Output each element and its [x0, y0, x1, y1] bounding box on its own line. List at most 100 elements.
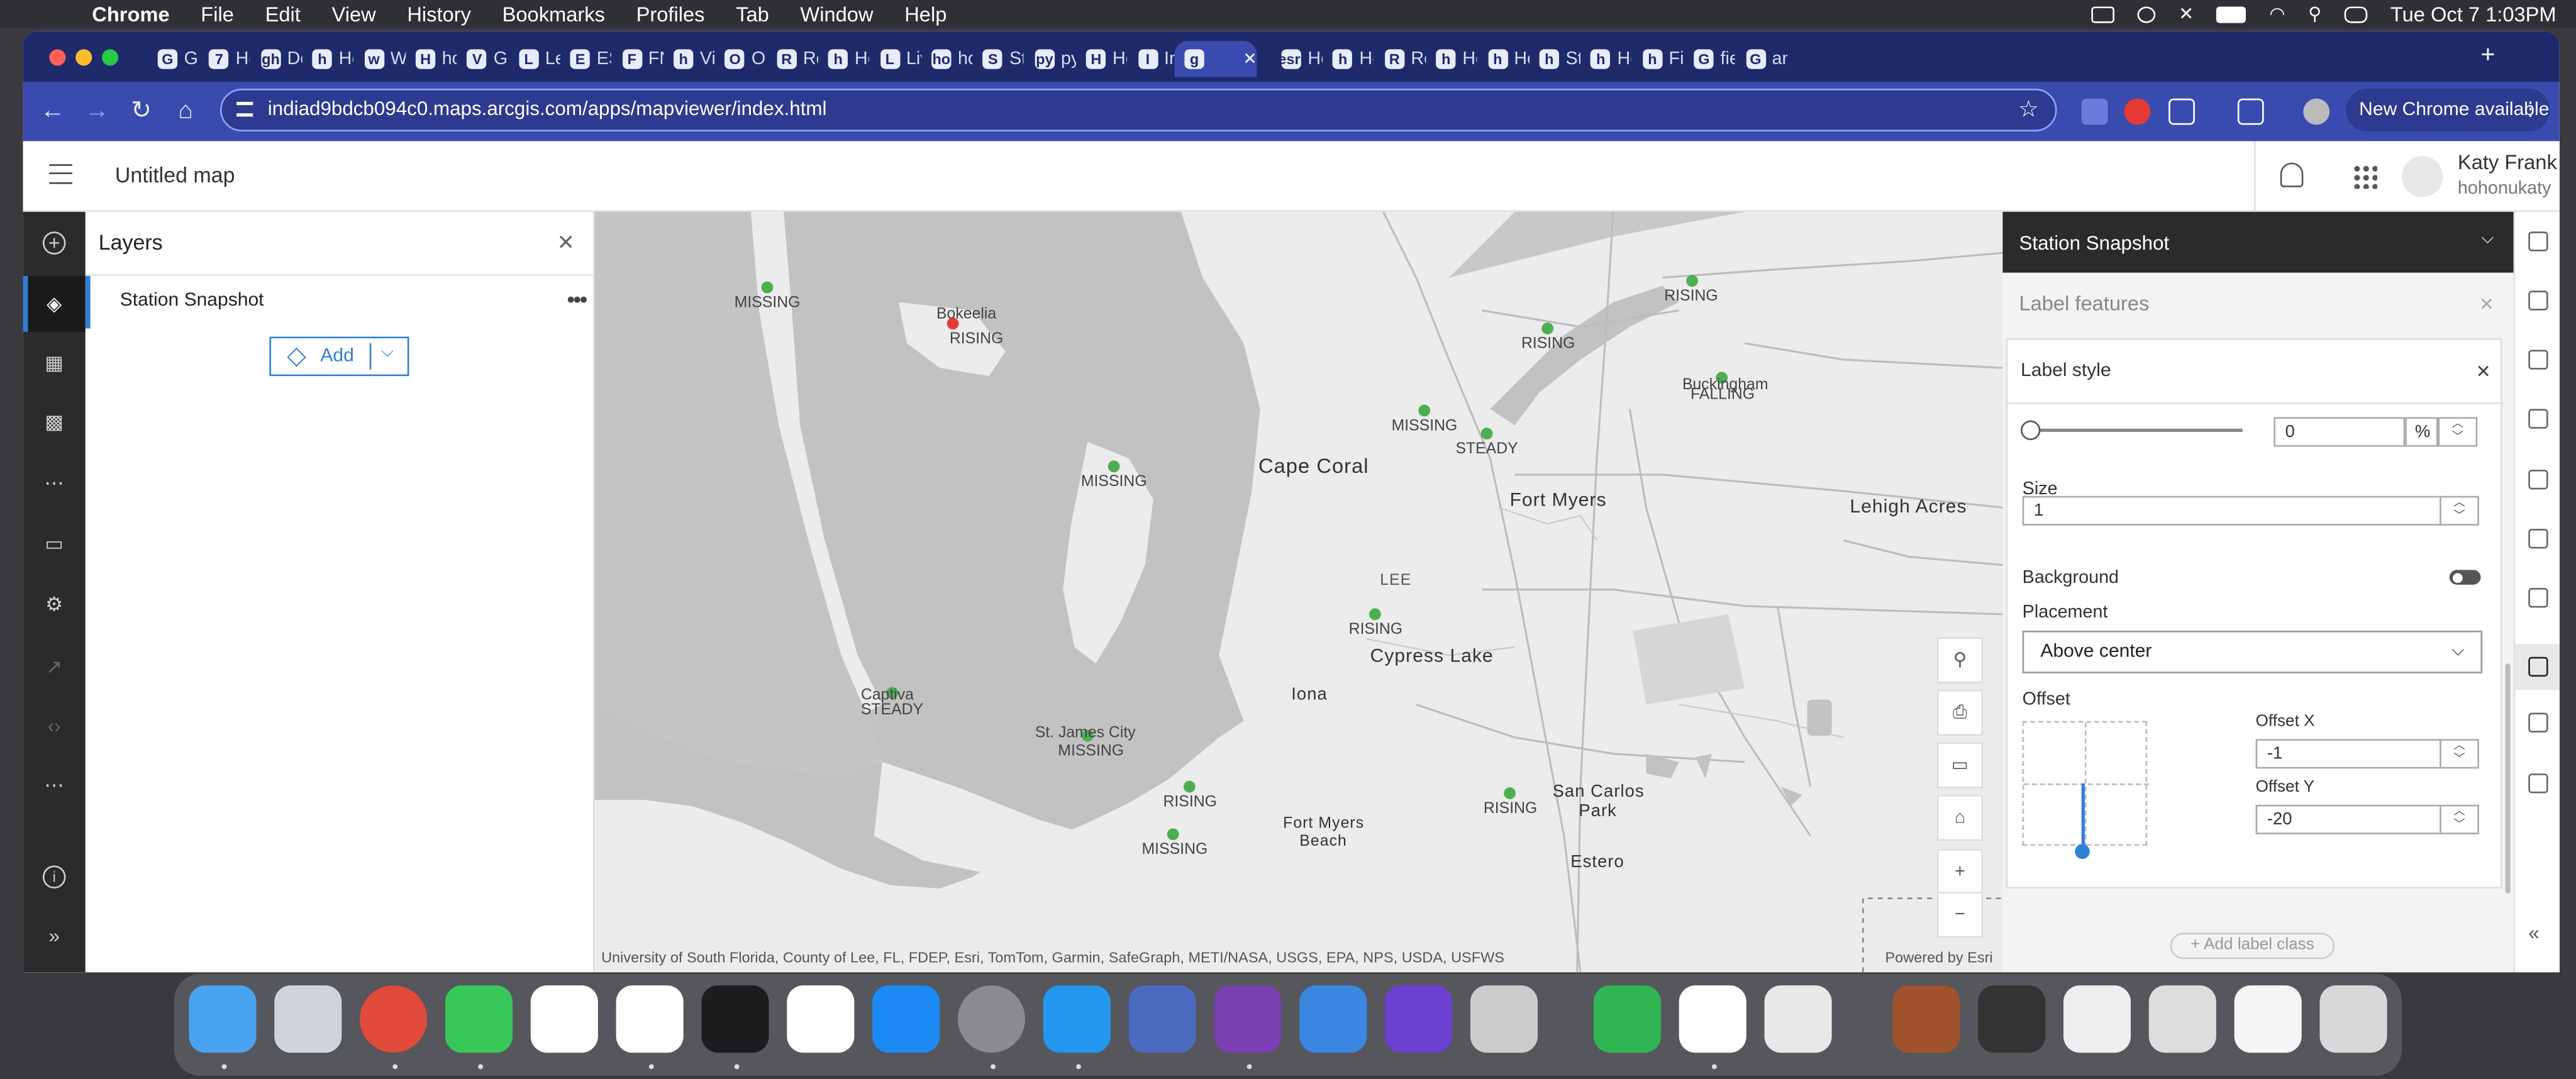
- browser-tab[interactable]: gh De: [251, 41, 302, 77]
- user-name[interactable]: Katy Frank: [2458, 151, 2557, 174]
- settings-gear-icon[interactable]: ⚙: [43, 593, 66, 616]
- control-center-icon[interactable]: [2344, 6, 2368, 23]
- wifi-icon[interactable]: ◠: [2269, 3, 2285, 25]
- adblock-icon[interactable]: [2124, 98, 2151, 125]
- menu-tab[interactable]: Tab: [736, 3, 769, 26]
- vscode-icon[interactable]: [616, 985, 684, 1053]
- browser-tab[interactable]: hoho: [921, 41, 972, 77]
- station-point[interactable]: [1183, 780, 1196, 793]
- preview-icon[interactable]: [1764, 985, 1832, 1053]
- browser-tab[interactable]: hSt: [1530, 41, 1580, 77]
- address-bar[interactable]: indiad9bdcb094c0.maps.arcgis.com/apps/ma…: [220, 89, 2057, 131]
- recent-photo-thumbnail[interactable]: [1892, 985, 1960, 1053]
- weather-app-icon[interactable]: [1299, 985, 1367, 1053]
- browser-tab[interactable]: h Ho: [1478, 41, 1529, 77]
- browser-tab[interactable]: S St: [973, 41, 1024, 77]
- zoom-in-button[interactable]: +: [1936, 849, 1983, 895]
- offset-y-input[interactable]: -20: [2255, 804, 2441, 834]
- menu-bookmarks[interactable]: Bookmarks: [502, 3, 605, 26]
- properties-icon[interactable]: [2528, 231, 2548, 252]
- app-store-icon[interactable]: [872, 985, 940, 1053]
- minimize-window-button[interactable]: [75, 49, 92, 66]
- layer-options-icon[interactable]: •••: [567, 285, 587, 312]
- add-label-class-button[interactable]: + Add label class: [2170, 932, 2334, 960]
- browser-tab[interactable]: 7Ho: [199, 41, 250, 77]
- station-point[interactable]: [1108, 460, 1120, 473]
- messages-icon[interactable]: [445, 985, 513, 1053]
- github-desktop-icon[interactable]: [1214, 985, 1282, 1053]
- share-icon[interactable]: ↗: [43, 655, 66, 678]
- browser-tab[interactable]: L Liv: [870, 41, 921, 77]
- browser-tab[interactable]: esriHo: [1272, 41, 1323, 77]
- trash-icon[interactable]: [2319, 985, 2387, 1053]
- add-layer-button[interactable]: Add ⌵: [269, 336, 409, 377]
- station-point[interactable]: [1369, 608, 1381, 621]
- background-toggle[interactable]: [2449, 570, 2481, 585]
- stepper[interactable]: ︿ ﹀: [2440, 804, 2479, 834]
- window-thumbnail[interactable]: [2063, 985, 2131, 1053]
- window-thumbnail[interactable]: [2148, 985, 2216, 1053]
- weather-icon[interactable]: [2137, 6, 2156, 23]
- extension-h-icon[interactable]: [2081, 98, 2108, 125]
- new-chrome-available-button[interactable]: New Chrome available ⋮: [2346, 89, 2550, 131]
- stepper[interactable]: ︿ ﹀: [2440, 495, 2479, 526]
- browser-tab[interactable]: Hho: [406, 41, 457, 77]
- iphone-mirroring-icon[interactable]: [1470, 985, 1538, 1053]
- station-point[interactable]: [1480, 428, 1493, 440]
- more-actions-icon[interactable]: ⋯: [43, 773, 66, 797]
- info-icon[interactable]: i: [42, 865, 66, 889]
- finder-icon[interactable]: [189, 985, 257, 1053]
- map-attribution[interactable]: University of South Florida, County of L…: [601, 949, 1504, 966]
- chevron-down-icon[interactable]: ⌵: [381, 343, 394, 362]
- browser-tab[interactable]: pypy: [1025, 41, 1075, 77]
- browser-tab[interactable]: IInt: [1128, 41, 1179, 77]
- rotation-input[interactable]: 0: [2273, 417, 2406, 447]
- configure-icon[interactable]: [2528, 773, 2548, 794]
- layer-item-station-snapshot[interactable]: Station Snapshot •••: [85, 275, 595, 329]
- offset-x-input[interactable]: -1: [2255, 739, 2441, 769]
- browser-tab[interactable]: F FN: [612, 41, 663, 77]
- layers-icon[interactable]: ◈: [43, 292, 66, 316]
- powered-by-esri[interactable]: Powered by Esri: [1885, 949, 1992, 966]
- extensions-puzzle-icon[interactable]: [2168, 98, 2195, 125]
- browser-tab[interactable]: RRe: [767, 41, 818, 77]
- browser-tab[interactable]: EES: [560, 41, 611, 77]
- tables-icon[interactable]: ▦: [43, 351, 66, 375]
- menu-edit[interactable]: Edit: [265, 3, 301, 26]
- search-icon[interactable]: ⚲: [1936, 637, 1983, 683]
- bookmark-star-icon[interactable]: ☆: [2018, 91, 2039, 128]
- menu-file[interactable]: File: [201, 3, 234, 26]
- more-tools-icon[interactable]: ⋯: [43, 472, 66, 495]
- popups-icon[interactable]: [2528, 529, 2548, 549]
- notifications-bell-icon[interactable]: [2280, 162, 2304, 187]
- menubar-clock[interactable]: Tue Oct 7 1:03PM: [2390, 3, 2557, 26]
- close-window-button[interactable]: [49, 49, 66, 66]
- browser-tab[interactable]: O Ol: [715, 41, 766, 77]
- browser-tab[interactable]: V Gl: [457, 41, 508, 77]
- embed-icon[interactable]: ‹›: [43, 714, 66, 738]
- size-input[interactable]: 1: [2022, 495, 2443, 526]
- home-icon[interactable]: ⌂: [1936, 795, 1983, 841]
- browser-tab[interactable]: wW: [354, 41, 405, 77]
- filter-icon[interactable]: [2528, 350, 2548, 370]
- scrollbar[interactable]: [2505, 663, 2511, 894]
- sketch-icon[interactable]: [2528, 712, 2548, 733]
- browser-tab[interactable]: Gan: [1736, 41, 1787, 77]
- saved-items-icon[interactable]: ▭: [43, 532, 66, 555]
- map-title[interactable]: Untitled map: [115, 163, 235, 187]
- close-icon[interactable]: ✕: [2476, 362, 2491, 382]
- tab-active[interactable]: g ✕: [1174, 41, 1257, 77]
- chevron-down-icon[interactable]: ⌵: [2482, 230, 2494, 248]
- offset-handle[interactable]: [2075, 844, 2090, 860]
- labels-icon[interactable]: [2528, 656, 2548, 677]
- station-point[interactable]: [1541, 322, 1554, 335]
- menu-history[interactable]: History: [407, 3, 471, 26]
- browser-tab[interactable]: h Ho: [818, 41, 869, 77]
- menu-view[interactable]: View: [332, 3, 376, 26]
- window-thumbnail[interactable]: [2234, 985, 2302, 1053]
- station-point[interactable]: [1504, 787, 1516, 799]
- rotation-slider[interactable]: [2021, 420, 2243, 440]
- new-tab-button[interactable]: +: [2480, 41, 2495, 69]
- print-icon[interactable]: ⎙: [1936, 689, 1983, 736]
- app-launcher-icon[interactable]: [2352, 164, 2377, 189]
